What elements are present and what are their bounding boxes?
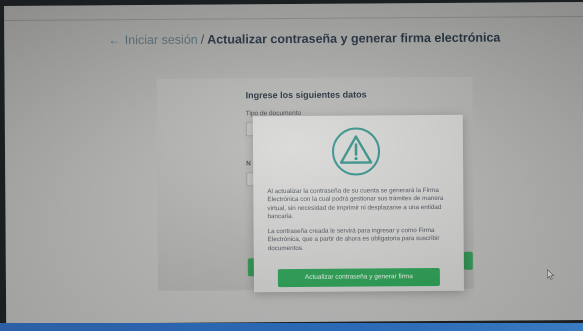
page-title: Actualizar contraseña y generar firma el… xyxy=(207,30,501,47)
update-password-button[interactable]: Actualizar contraseña y generar firma xyxy=(277,267,440,288)
taskbar xyxy=(0,323,583,331)
mouse-cursor-icon xyxy=(547,269,555,280)
document-number-label: N xyxy=(246,160,251,168)
monitor-screen: ← Iniciar sesión / Actualizar contraseña y … xyxy=(4,1,583,324)
form-button-right-edge[interactable] xyxy=(463,251,473,270)
warning-triangle-icon xyxy=(332,127,381,176)
modal-paragraph-2: La contraseña creada le servirá para ing… xyxy=(267,226,440,252)
breadcrumb-separator: / xyxy=(200,32,205,47)
login-link[interactable]: Iniciar sesión xyxy=(125,33,198,48)
form-heading: Ingrese los siguientes datos xyxy=(245,89,367,101)
warning-modal: Al actualizar la contraseña de su cuenta… xyxy=(252,114,464,293)
top-divider xyxy=(4,15,583,21)
breadcrumb: ← Iniciar sesión / Actualizar contraseña y … xyxy=(108,31,500,48)
modal-paragraph-1: Al actualizar la contraseña de su cuenta… xyxy=(267,186,444,221)
back-arrow-icon[interactable]: ← xyxy=(108,33,121,47)
